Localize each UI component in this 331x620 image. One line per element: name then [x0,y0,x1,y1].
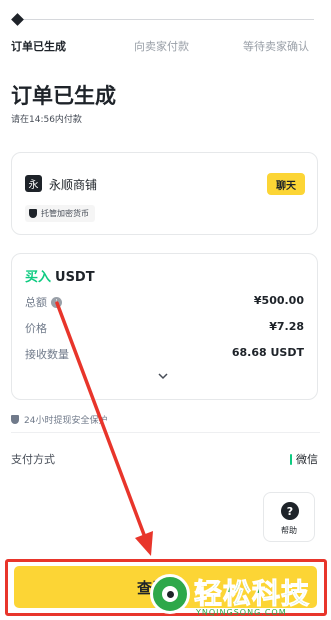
watermark-url: YNQINGSONG.COM [196,608,287,617]
payment-method-label: 支付方式 [11,453,55,466]
current-step-marker [11,13,24,26]
shield-icon [11,415,19,424]
payment-deadline: 请在14:56内付款 [11,115,82,125]
total-amount-value: ¥500.00 [253,294,304,307]
shield-icon [29,209,37,218]
payment-method-marker [290,453,292,465]
price-label: 价格 [25,322,47,335]
escrow-label: 托管加密货币 [41,209,89,218]
watermark-text: 轻松科技 [193,577,311,611]
receive-quantity-label: 接收数量 [25,348,69,361]
help-icon: ? [281,502,299,520]
merchant-logo: 永 [25,175,42,192]
order-details-card: 买入 USDT 总额 i ¥500.00 价格 ¥7.28 接收数量 68.68 … [11,253,318,400]
watermark-logo [150,574,190,614]
chevron-down-icon[interactable] [157,370,169,382]
divider [11,432,320,433]
trade-side-label: 买入 [25,270,52,285]
order-progress-steps: 订单已生成 向卖家付款 等待卖家确认 [0,0,331,60]
help-label: 帮助 [281,526,297,535]
step-await-confirmation: 等待卖家确认 [243,40,309,53]
progress-track [17,19,314,20]
payment-method-row[interactable]: 支付方式 微信 [11,451,318,469]
total-amount-label: 总额 [25,296,47,309]
trade-side: 买入 USDT [25,266,95,285]
merchant-name[interactable]: 永顺商铺 [49,176,97,193]
help-button[interactable]: ? 帮助 [263,492,315,542]
escrow-badge: 托管加密货币 [25,205,95,222]
protection-text: 24小时提现安全保护 [24,416,108,426]
total-amount-row: 总额 i ¥500.00 [25,294,304,310]
info-icon[interactable]: i [51,296,62,308]
payment-method-value: 微信 [296,453,318,466]
price-value: ¥7.28 [269,320,304,333]
page-title: 订单已生成 [11,84,116,108]
merchant-card: 永 永顺商铺 聊天 托管加密货币 [11,152,318,235]
chat-button[interactable]: 聊天 [267,173,305,195]
price-row: 价格 ¥7.28 [25,320,304,336]
watermark: 轻松科技 YNQINGSONG.COM [150,570,331,620]
step-pay-seller: 向卖家付款 [134,40,189,53]
receive-quantity-row: 接收数量 68.68 USDT [25,346,304,362]
trade-asset: USDT [55,270,95,285]
step-order-created: 订单已生成 [11,40,66,53]
receive-quantity-value: 68.68 USDT [231,346,304,359]
protection-notice: 24小时提现安全保护 [11,413,107,426]
